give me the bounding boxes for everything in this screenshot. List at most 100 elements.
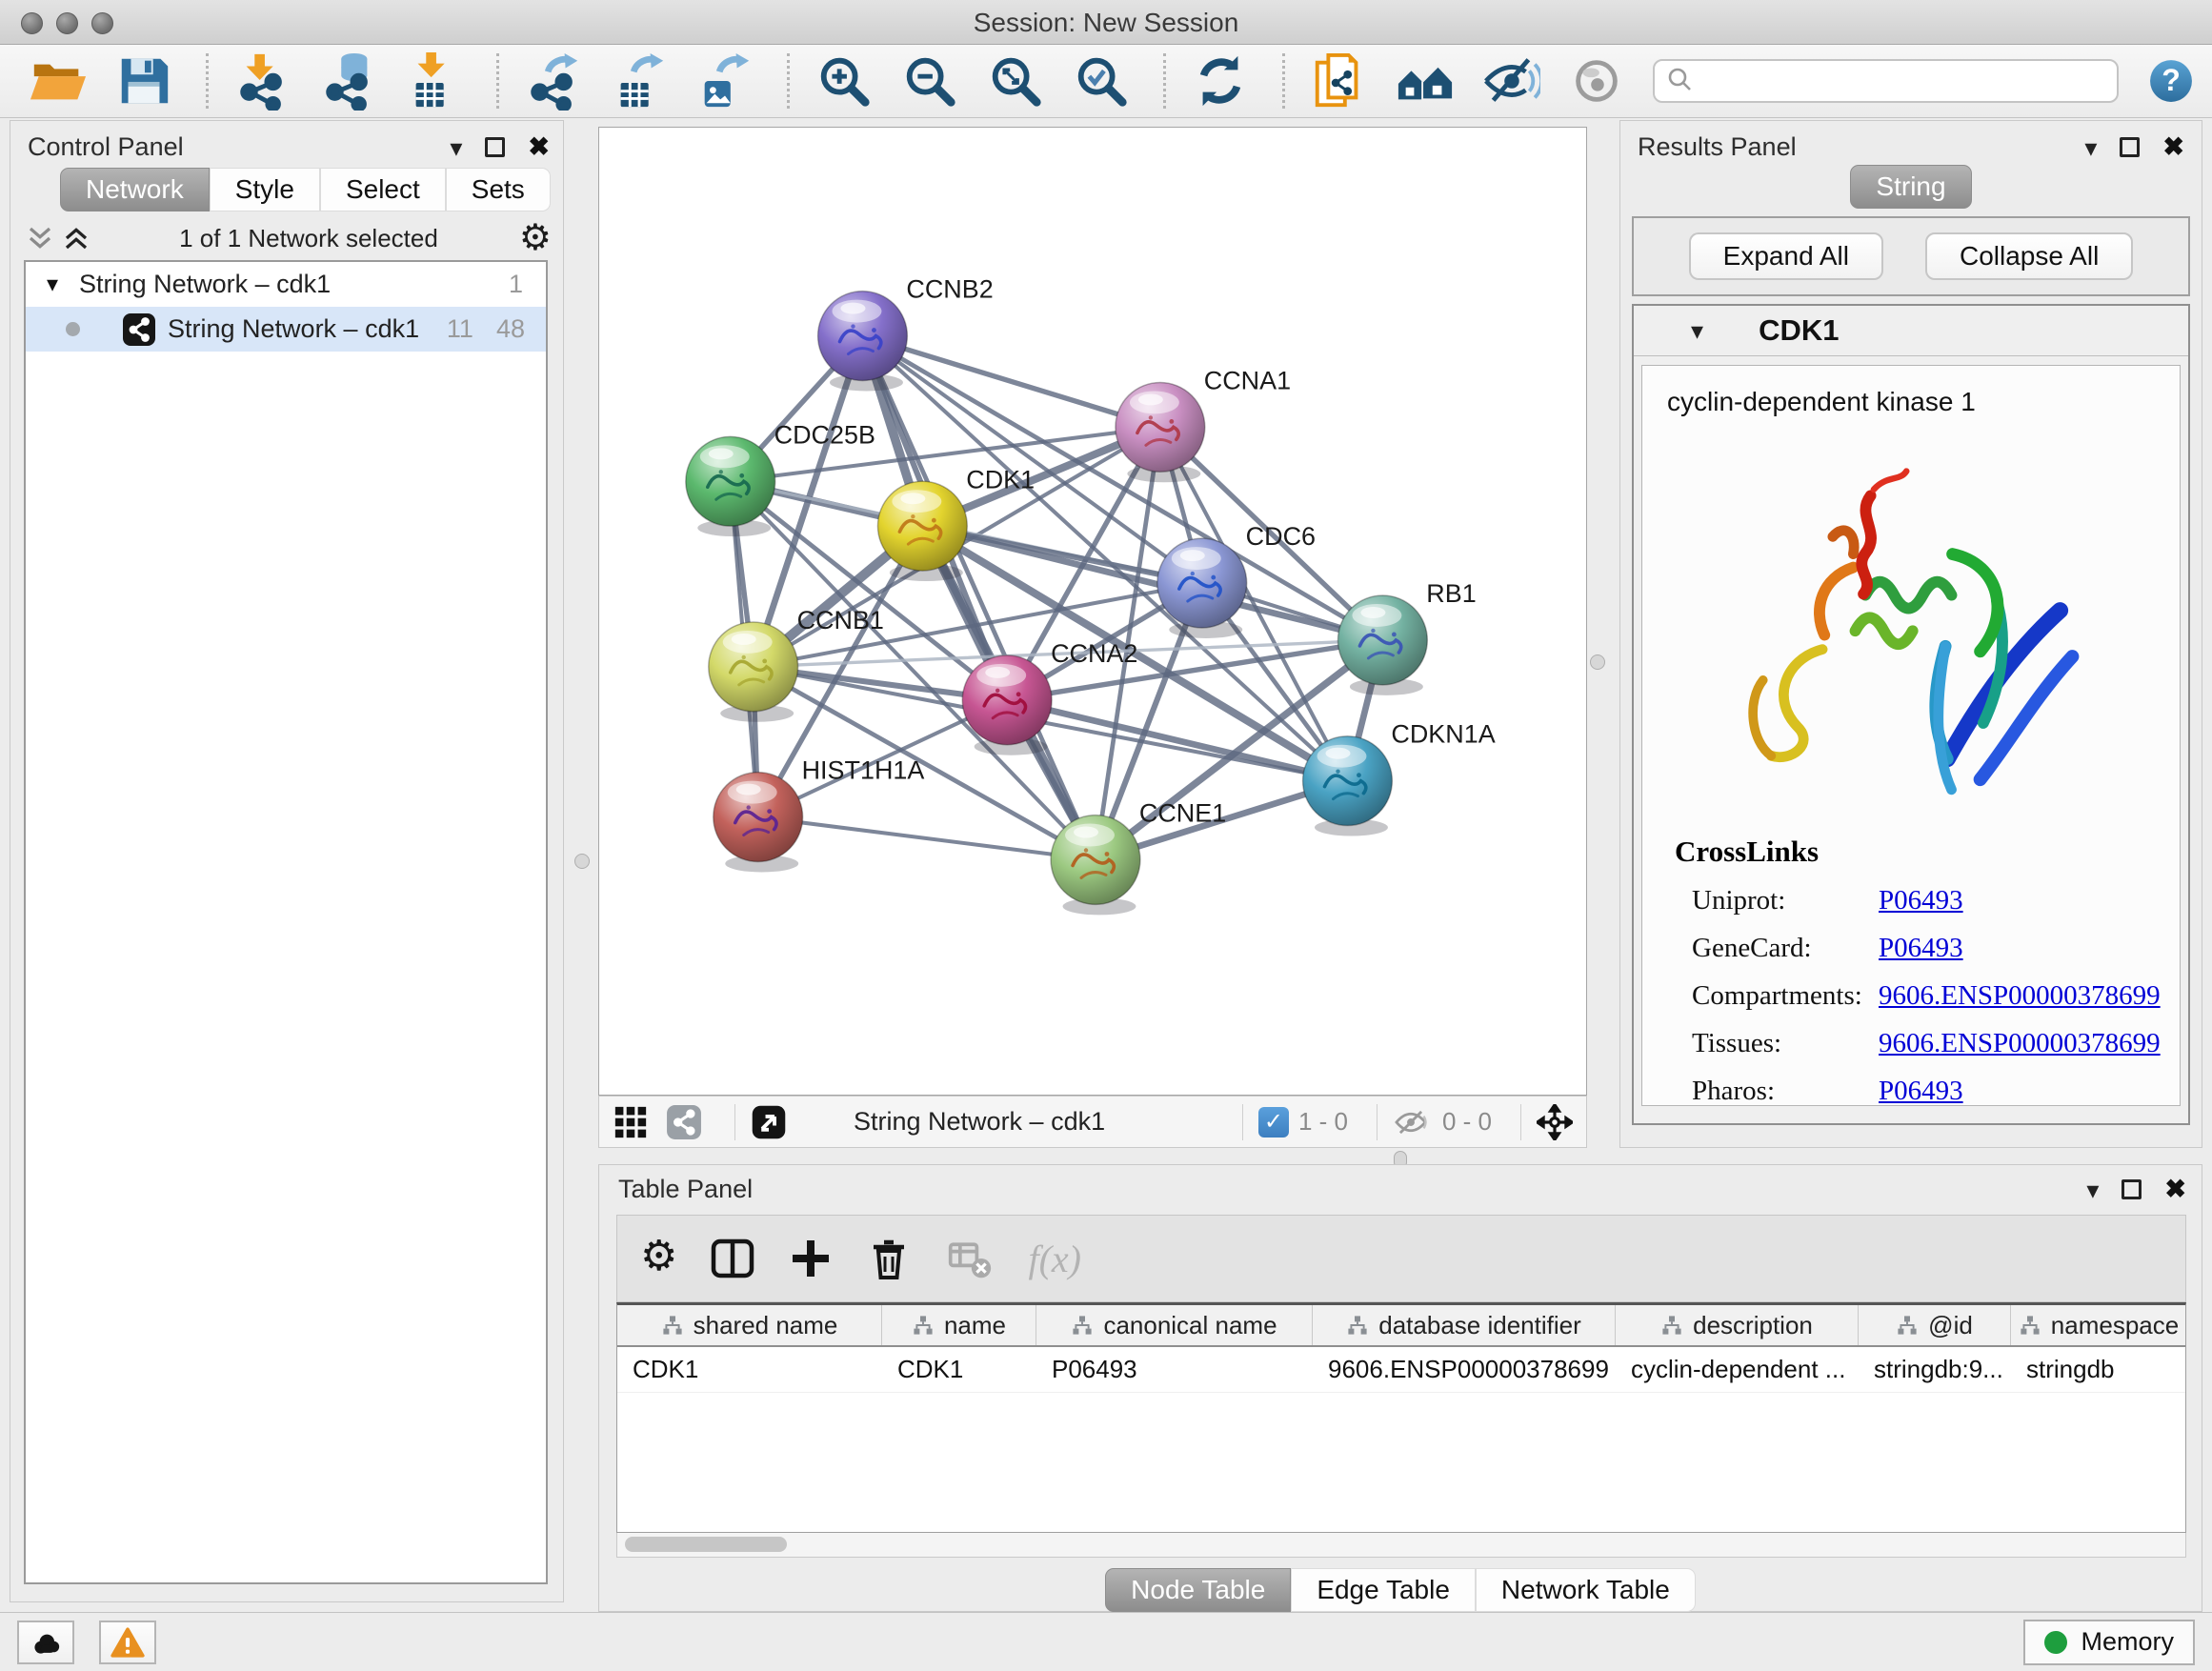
network-node-CDK1[interactable]: CDK1 bbox=[877, 465, 1035, 581]
right-splitter-handle[interactable] bbox=[1590, 654, 1605, 670]
table-horizontal-scrollbar[interactable] bbox=[616, 1533, 2186, 1558]
collapse-triangle-icon[interactable]: ▾ bbox=[1691, 316, 1703, 346]
tab-network[interactable]: Network bbox=[60, 168, 210, 211]
crosslink-link[interactable]: P06493 bbox=[1879, 885, 1963, 916]
memory-button[interactable]: Memory bbox=[2023, 1620, 2195, 1665]
houses-icon[interactable] bbox=[1396, 51, 1455, 111]
toolbar-separator bbox=[787, 53, 790, 109]
selected-checkbox[interactable]: ✓ bbox=[1258, 1107, 1289, 1137]
zoom-fit-icon[interactable] bbox=[986, 51, 1045, 111]
tab-select[interactable]: Select bbox=[320, 168, 446, 211]
hide-eye-icon[interactable] bbox=[1481, 51, 1540, 111]
network-node-RB1[interactable]: RB1 bbox=[1337, 579, 1476, 695]
birdseye-view-icon[interactable] bbox=[751, 1104, 787, 1140]
collapse-triangle-icon[interactable]: ▾ bbox=[47, 271, 58, 298]
panel-menu-icon[interactable]: ▾ bbox=[2086, 1178, 2099, 1202]
table-cell[interactable]: P06493 bbox=[1036, 1347, 1313, 1392]
column-header-databaseidentifier[interactable]: database identifier bbox=[1313, 1305, 1616, 1345]
memory-status-dot bbox=[2044, 1631, 2067, 1654]
close-panel-icon[interactable]: ✖ bbox=[2164, 1177, 2186, 1202]
move-crosshair-icon[interactable] bbox=[1537, 1104, 1573, 1140]
network-node-HIST1H1A[interactable]: HIST1H1A bbox=[714, 756, 925, 873]
table-row[interactable]: CDK1CDK1P064939606.ENSP00000378699cyclin… bbox=[617, 1347, 2185, 1393]
float-panel-icon[interactable] bbox=[2120, 137, 2140, 157]
left-splitter-handle[interactable] bbox=[574, 854, 590, 869]
function-builder-icon: f(x) bbox=[1028, 1237, 1081, 1281]
node-label: CDC6 bbox=[1246, 522, 1316, 551]
column-header-namespace[interactable]: namespace bbox=[2011, 1305, 2186, 1345]
gear-icon[interactable]: ⚙ bbox=[519, 220, 552, 256]
column-header-name[interactable]: name bbox=[882, 1305, 1036, 1345]
status-bar: Memory bbox=[0, 1612, 2212, 1671]
column-header-sharedname[interactable]: shared name bbox=[617, 1305, 882, 1345]
network-node-CDKN1A[interactable]: CDKN1A bbox=[1303, 720, 1496, 836]
protein-section-header[interactable]: ▾ CDK1 bbox=[1634, 306, 2188, 356]
export-image-icon[interactable] bbox=[695, 51, 754, 111]
float-panel-icon[interactable] bbox=[2122, 1179, 2142, 1199]
tab-string[interactable]: String bbox=[1850, 165, 1971, 209]
crosslink-link[interactable]: P06493 bbox=[1879, 933, 1963, 964]
search-input[interactable] bbox=[1702, 66, 2105, 97]
string-network-icon bbox=[122, 312, 156, 347]
tab-network-table[interactable]: Network Table bbox=[1476, 1568, 1696, 1612]
close-panel-icon[interactable]: ✖ bbox=[528, 134, 550, 160]
crosslink-link[interactable]: 9606.ENSP00000378699 bbox=[1879, 980, 2161, 1012]
export-table-icon[interactable] bbox=[610, 51, 669, 111]
add-column-icon[interactable] bbox=[788, 1236, 834, 1281]
crosslink-link[interactable]: 9606.ENSP00000378699 bbox=[1879, 1028, 2161, 1059]
expand-all-icon[interactable] bbox=[62, 224, 90, 252]
zoom-out-icon[interactable] bbox=[900, 51, 959, 111]
hidden-eye-icon[interactable] bbox=[1393, 1104, 1429, 1140]
table-cell[interactable]: stringdb bbox=[2011, 1347, 2186, 1392]
network-edge[interactable] bbox=[862, 336, 1159, 428]
collapse-all-button[interactable]: Collapse All bbox=[1925, 232, 2133, 280]
network-collection-row[interactable]: ▾ String Network – cdk1 1 bbox=[26, 262, 546, 307]
help-icon[interactable]: ? bbox=[2145, 55, 2197, 107]
cloud-icon[interactable] bbox=[17, 1621, 74, 1664]
collapse-all-icon[interactable] bbox=[26, 224, 54, 252]
table-cell[interactable]: stringdb:9... bbox=[1859, 1347, 2011, 1392]
tab-sets[interactable]: Sets bbox=[446, 168, 551, 211]
network-edge[interactable] bbox=[758, 817, 1096, 860]
crosslink-link[interactable]: P06493 bbox=[1879, 1076, 1963, 1106]
node-table[interactable]: shared namenamecanonical namedatabase id… bbox=[616, 1302, 2186, 1533]
gear-icon[interactable]: ⚙ bbox=[640, 1236, 677, 1281]
import-database-icon[interactable] bbox=[319, 51, 378, 111]
import-table-icon[interactable] bbox=[405, 51, 464, 111]
close-panel-icon[interactable]: ✖ bbox=[2162, 134, 2184, 160]
expand-all-button[interactable]: Expand All bbox=[1689, 232, 1883, 280]
save-icon[interactable] bbox=[114, 51, 173, 111]
delete-column-icon[interactable] bbox=[866, 1236, 912, 1281]
warning-icon[interactable] bbox=[99, 1621, 156, 1664]
zoom-in-icon[interactable] bbox=[814, 51, 874, 111]
column-header-description[interactable]: description bbox=[1616, 1305, 1859, 1345]
open-folder-icon[interactable] bbox=[29, 51, 88, 111]
table-cell[interactable]: cyclin-dependent ... bbox=[1616, 1347, 1859, 1392]
network-canvas[interactable]: CCNB2CCNA1CDC25BCDK1CDC6RB1CCNB1CCNA2CDK… bbox=[598, 127, 1587, 1096]
grid-view-icon[interactable] bbox=[613, 1104, 649, 1140]
crosslink-label: Pharos: bbox=[1692, 1076, 1879, 1106]
table-cell[interactable]: 9606.ENSP00000378699 bbox=[1313, 1347, 1616, 1392]
search-box[interactable] bbox=[1653, 59, 2119, 103]
string-view-icon[interactable] bbox=[666, 1104, 702, 1140]
export-network-icon[interactable] bbox=[524, 51, 583, 111]
tab-style[interactable]: Style bbox=[210, 168, 320, 211]
refresh-icon[interactable] bbox=[1191, 51, 1250, 111]
column-header-canonicalname[interactable]: canonical name bbox=[1036, 1305, 1313, 1345]
tab-node-table[interactable]: Node Table bbox=[1105, 1568, 1291, 1612]
eye-icon[interactable] bbox=[1567, 51, 1626, 111]
table-cell[interactable]: CDK1 bbox=[617, 1347, 882, 1392]
table-cell[interactable]: CDK1 bbox=[882, 1347, 1036, 1392]
document-network-icon[interactable] bbox=[1310, 51, 1369, 111]
zoom-selected-icon[interactable] bbox=[1072, 51, 1131, 111]
float-panel-icon[interactable] bbox=[485, 137, 505, 157]
column-header-id[interactable]: @id bbox=[1859, 1305, 2011, 1345]
panel-menu-icon[interactable]: ▾ bbox=[450, 135, 462, 160]
scrollbar-thumb[interactable] bbox=[625, 1537, 787, 1552]
network-graph[interactable]: CCNB2CCNA1CDC25BCDK1CDC6RB1CCNB1CCNA2CDK… bbox=[599, 128, 1586, 1095]
columns-icon[interactable] bbox=[710, 1236, 755, 1281]
network-row-selected[interactable]: String Network – cdk1 11 48 bbox=[26, 307, 546, 352]
import-network-icon[interactable] bbox=[233, 51, 292, 111]
tab-edge-table[interactable]: Edge Table bbox=[1291, 1568, 1476, 1612]
panel-menu-icon[interactable]: ▾ bbox=[2084, 135, 2097, 160]
